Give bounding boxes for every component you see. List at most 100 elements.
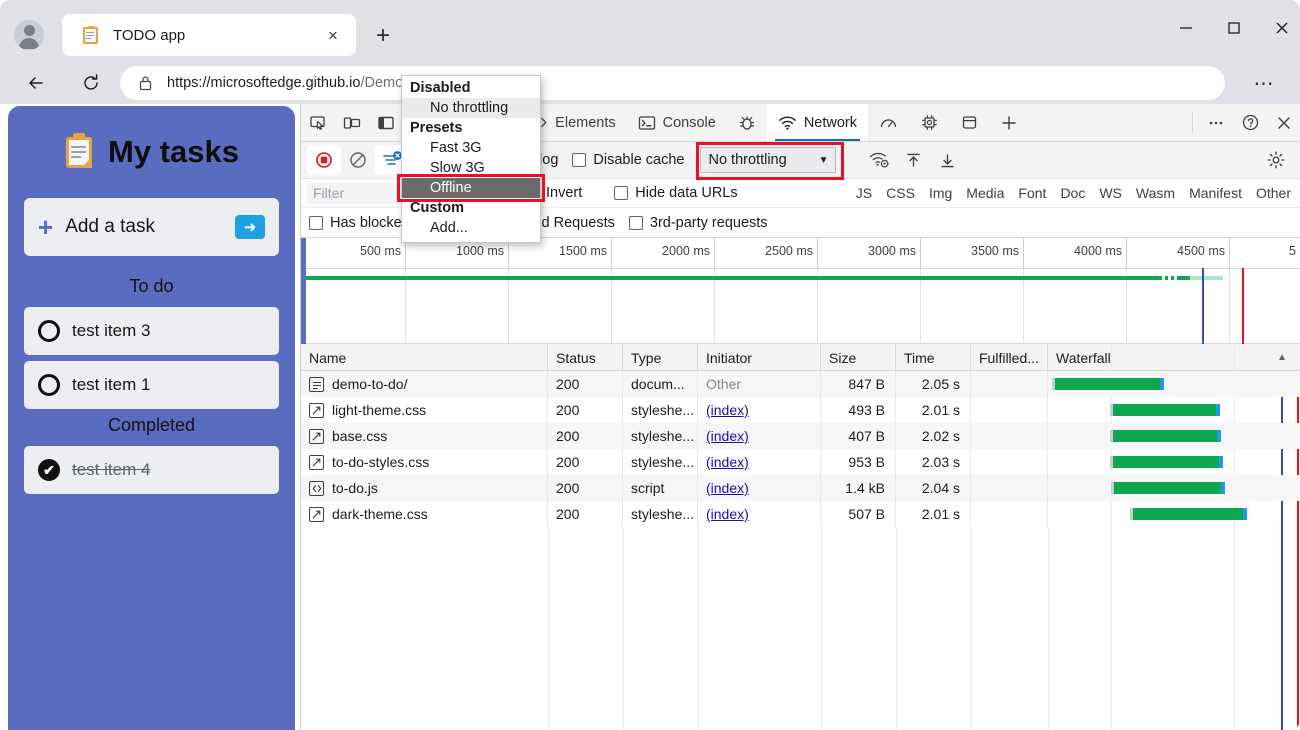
window-maximize-button[interactable] xyxy=(1212,12,1256,44)
list-item[interactable]: test item 1 xyxy=(24,361,279,409)
back-button[interactable] xyxy=(15,62,57,104)
menu-item-offline[interactable]: Offline xyxy=(402,178,540,198)
cell-initiator[interactable]: (index) xyxy=(698,475,821,501)
column-header-type[interactable]: Type xyxy=(623,344,698,371)
add-task-input[interactable]: + Add a task ➜ xyxy=(24,198,279,256)
more-tools-icon[interactable] xyxy=(1199,104,1233,141)
device-emulation-icon[interactable] xyxy=(335,104,369,141)
cell-name[interactable]: light-theme.css xyxy=(301,397,548,423)
table-row[interactable]: dark-theme.css 200 styleshe... (index) 5… xyxy=(301,501,1300,527)
checkbox-circle-icon[interactable] xyxy=(38,320,60,342)
type-filter-font[interactable]: Font xyxy=(1018,185,1046,201)
close-devtools-icon[interactable] xyxy=(1267,104,1300,141)
lock-icon xyxy=(138,75,153,91)
close-icon[interactable]: × xyxy=(320,22,346,48)
cell-initiator[interactable]: (index) xyxy=(698,423,821,449)
tab-performance[interactable] xyxy=(868,104,909,141)
type-filter-other[interactable]: Other xyxy=(1256,185,1291,201)
gear-icon[interactable] xyxy=(1259,145,1293,175)
new-tab-button[interactable]: + xyxy=(368,22,398,50)
cell-name[interactable]: to-do-styles.css xyxy=(301,449,548,475)
import-har-icon[interactable] xyxy=(896,145,930,175)
throttling-dropdown-menu[interactable]: Disabled No throttling Presets Fast 3G S… xyxy=(397,75,545,243)
table-row[interactable]: light-theme.css 200 styleshe... (index) … xyxy=(301,397,1300,423)
section-heading-todo: To do xyxy=(129,276,174,296)
column-header-size[interactable]: Size xyxy=(821,344,896,371)
clear-network-log-icon[interactable] xyxy=(341,145,375,175)
tab-application[interactable] xyxy=(950,104,989,141)
menu-item-fast-3g[interactable]: Fast 3G xyxy=(402,138,540,158)
cell-name[interactable]: to-do.js xyxy=(301,475,548,501)
type-filter-manifest[interactable]: Manifest xyxy=(1189,185,1242,201)
third-party-requests-checkbox[interactable]: 3rd-party requests xyxy=(628,214,768,231)
column-header-name[interactable]: Name xyxy=(301,344,548,371)
tab-memory[interactable] xyxy=(909,104,950,141)
type-filter-media[interactable]: Media xyxy=(966,185,1004,201)
type-filter-js[interactable]: JS xyxy=(856,185,872,201)
window-minimize-button[interactable] xyxy=(1164,12,1208,44)
network-overview-timeline[interactable]: 500 ms 1000 ms 1500 ms 2000 ms 2500 ms 3… xyxy=(301,238,1300,344)
type-filter-doc[interactable]: Doc xyxy=(1060,185,1085,201)
tab-console[interactable]: Console xyxy=(627,104,727,141)
cell-name[interactable]: demo-to-do/ xyxy=(301,371,548,397)
table-row[interactable]: demo-to-do/ 200 docum... Other 847 B 2.0… xyxy=(301,371,1300,397)
cell-initiator[interactable]: (index) xyxy=(698,397,821,423)
type-filter-ws[interactable]: WS xyxy=(1099,185,1122,201)
tab-label: Network xyxy=(803,114,858,131)
submit-arrow-icon[interactable]: ➜ xyxy=(235,215,265,239)
cell-type: script xyxy=(623,475,698,501)
list-item[interactable]: test item 3 xyxy=(24,307,279,355)
inspect-element-icon[interactable] xyxy=(301,104,335,141)
tab-network[interactable]: Network xyxy=(766,104,869,141)
checkbox-icon[interactable] xyxy=(309,215,323,230)
cell-name[interactable]: base.css xyxy=(301,423,548,449)
column-header-waterfall[interactable]: Waterfall xyxy=(1048,344,1300,371)
webpage-viewport: My tasks + Add a task ➜ To do test item … xyxy=(0,104,300,730)
browser-tab[interactable]: TODO app × xyxy=(62,14,356,56)
type-filter-img[interactable]: Img xyxy=(929,185,952,201)
menu-item-add[interactable]: Add... xyxy=(402,218,540,238)
cell-size: 847 B xyxy=(821,371,896,397)
checkbox-icon[interactable] xyxy=(628,215,643,230)
type-filter-css[interactable]: CSS xyxy=(886,185,915,201)
column-header-time[interactable]: Time xyxy=(896,344,971,371)
resource-type-filters: JS CSS Img Media Font Doc WS Wasm Manife… xyxy=(856,185,1300,201)
window-close-button[interactable] xyxy=(1260,12,1300,44)
table-row[interactable]: to-do-styles.css 200 styleshe... (index)… xyxy=(301,449,1300,475)
checkbox-icon[interactable] xyxy=(614,186,629,200)
sort-ascending-icon[interactable]: ▲ xyxy=(1277,352,1287,363)
disable-cache-checkbox[interactable]: Disable cache xyxy=(572,152,684,168)
tab-title: TODO app xyxy=(113,26,186,44)
list-item[interactable]: ✔ test item 4 xyxy=(24,446,279,494)
network-conditions-icon[interactable] xyxy=(862,145,896,175)
help-icon[interactable] xyxy=(1233,104,1267,141)
column-header-status[interactable]: Status xyxy=(548,344,623,371)
reload-button[interactable] xyxy=(70,62,112,104)
tab-sources-debugger[interactable] xyxy=(727,104,767,141)
hide-data-urls-checkbox[interactable]: Hide data URLs xyxy=(614,185,738,201)
cell-name[interactable]: dark-theme.css xyxy=(301,501,548,527)
checkmark-icon[interactable]: ✔ xyxy=(38,459,60,481)
third-party-requests-label: 3rd-party requests xyxy=(649,214,768,231)
export-har-icon[interactable] xyxy=(930,145,964,175)
address-bar[interactable]: https://microsoftedge.github.io/Demos/de… xyxy=(120,66,1225,100)
add-panel-plus-icon[interactable] xyxy=(989,104,1029,141)
browser-more-button[interactable]: ⋯ xyxy=(1246,68,1282,98)
dock-side-icon[interactable] xyxy=(369,104,403,141)
type-filter-wasm[interactable]: Wasm xyxy=(1136,185,1175,201)
column-header-fulfilled[interactable]: Fulfilled... xyxy=(971,344,1048,371)
checkbox-icon[interactable] xyxy=(572,153,587,167)
cell-status: 200 xyxy=(548,501,623,527)
table-row[interactable]: to-do.js 200 script (index) 1.4 kB 2.04 … xyxy=(301,475,1300,501)
todo-app-header: My tasks xyxy=(24,133,279,170)
menu-item-slow-3g[interactable]: Slow 3G xyxy=(402,158,540,178)
cell-initiator[interactable]: (index) xyxy=(698,449,821,475)
checkbox-circle-icon[interactable] xyxy=(38,374,60,396)
throttling-select[interactable]: No throttling ▼ xyxy=(700,147,837,173)
column-header-initiator[interactable]: Initiator xyxy=(698,344,821,371)
table-row[interactable]: base.css 200 styleshe... (index) 407 B 2… xyxy=(301,423,1300,449)
profile-avatar[interactable] xyxy=(14,20,44,50)
cell-initiator[interactable]: (index) xyxy=(698,501,821,527)
menu-item-no-throttling[interactable]: No throttling xyxy=(402,98,540,118)
record-stop-icon[interactable] xyxy=(307,145,341,175)
